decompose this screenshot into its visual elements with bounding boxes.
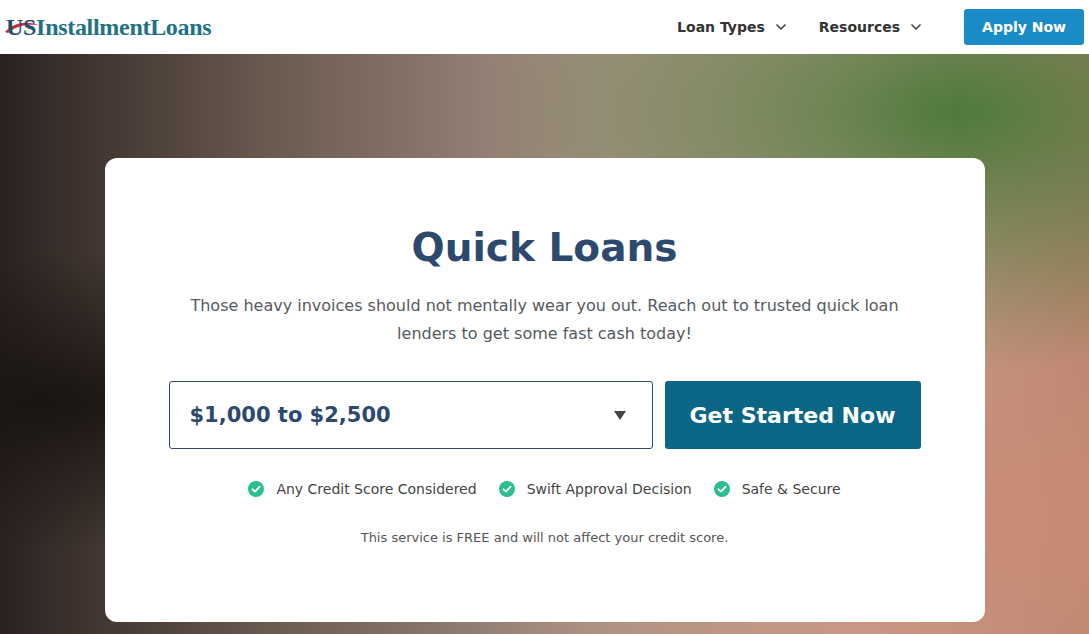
feature-label: Safe & Secure <box>742 481 841 497</box>
feature-label: Any Credit Score Considered <box>276 481 476 497</box>
get-started-button[interactable]: Get Started Now <box>665 381 921 449</box>
form-row: $1,000 to $2,500 Get Started Now <box>169 381 921 449</box>
nav-item[interactable]: Loan Types <box>677 19 789 35</box>
card-subtitle: Those heavy invoices should not mentally… <box>165 292 925 348</box>
features: Any Credit Score Considered Swift Approva… <box>248 481 840 497</box>
check-circle-icon <box>499 481 515 497</box>
chevron-down-icon <box>773 19 789 35</box>
apply-button[interactable]: Apply Now <box>964 9 1084 45</box>
amount-select[interactable]: $1,000 to $2,500 <box>169 381 653 449</box>
chevron-down-icon <box>908 19 924 35</box>
page: USInstallmentLoans Loan Types Resources App… <box>0 0 1089 634</box>
feature-item: Swift Approval Decision <box>499 481 692 497</box>
logo-prefix: US <box>6 14 36 41</box>
caret-icon <box>614 411 626 420</box>
nav-label: Loan Types <box>677 19 765 35</box>
card-title: Quick Loans <box>412 224 678 272</box>
check-circle-icon <box>248 481 264 497</box>
amount-value: $1,000 to $2,500 <box>190 403 391 427</box>
logo[interactable]: USInstallmentLoans <box>6 14 211 41</box>
hero: Quick Loans Those heavy invoices should n… <box>0 54 1089 634</box>
feature-label: Swift Approval Decision <box>527 481 692 497</box>
nav: Loan Types Resources Apply Now <box>677 9 1084 45</box>
loan-card: Quick Loans Those heavy invoices should n… <box>105 158 985 622</box>
disclaimer: This service is FREE and will not affect… <box>361 530 729 545</box>
header: USInstallmentLoans Loan Types Resources App… <box>0 0 1089 54</box>
check-circle-icon <box>714 481 730 497</box>
feature-item: Any Credit Score Considered <box>248 481 476 497</box>
nav-label: Resources <box>819 19 900 35</box>
logo-name: InstallmentLoans <box>36 14 211 41</box>
nav-item[interactable]: Resources <box>819 19 924 35</box>
feature-item: Safe & Secure <box>714 481 841 497</box>
